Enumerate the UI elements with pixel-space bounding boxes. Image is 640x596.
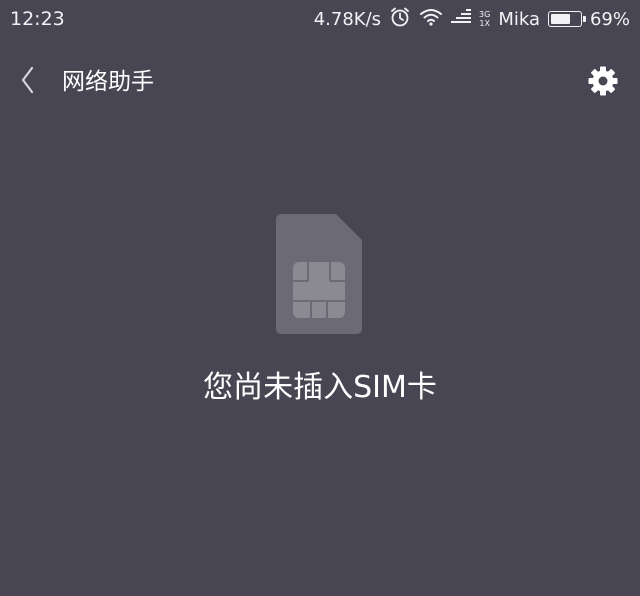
wifi-icon: [419, 7, 443, 32]
toolbar: 网络助手: [0, 50, 640, 114]
sim-card-icon: [276, 214, 362, 334]
back-button[interactable]: [12, 64, 44, 100]
gear-icon: [587, 65, 619, 101]
network-type-top: 3G: [479, 10, 491, 19]
carrier-name: Mika: [498, 8, 540, 30]
chevron-left-icon: [19, 65, 37, 99]
status-icons: 4.78K/s 3G 1X Mika 69%: [314, 5, 630, 33]
network-speed: 4.78K/s: [313, 8, 382, 30]
network-type-bottom: 1X: [479, 19, 490, 28]
battery-icon: [547, 11, 586, 27]
no-sim-message: 您尚未插入SIM卡: [203, 370, 437, 405]
signal-icon: [451, 8, 475, 31]
settings-button[interactable]: [586, 66, 620, 100]
battery-percent: 69%: [589, 8, 630, 30]
page-title: 网络助手: [62, 69, 154, 95]
battery-level: [550, 14, 570, 24]
status-time: 12:23: [10, 8, 65, 30]
network-type: 3G 1X: [479, 10, 490, 28]
status-bar: 12:23 4.78K/s 3G 1X Mika 69%: [0, 0, 640, 38]
alarm-icon: [389, 6, 411, 33]
